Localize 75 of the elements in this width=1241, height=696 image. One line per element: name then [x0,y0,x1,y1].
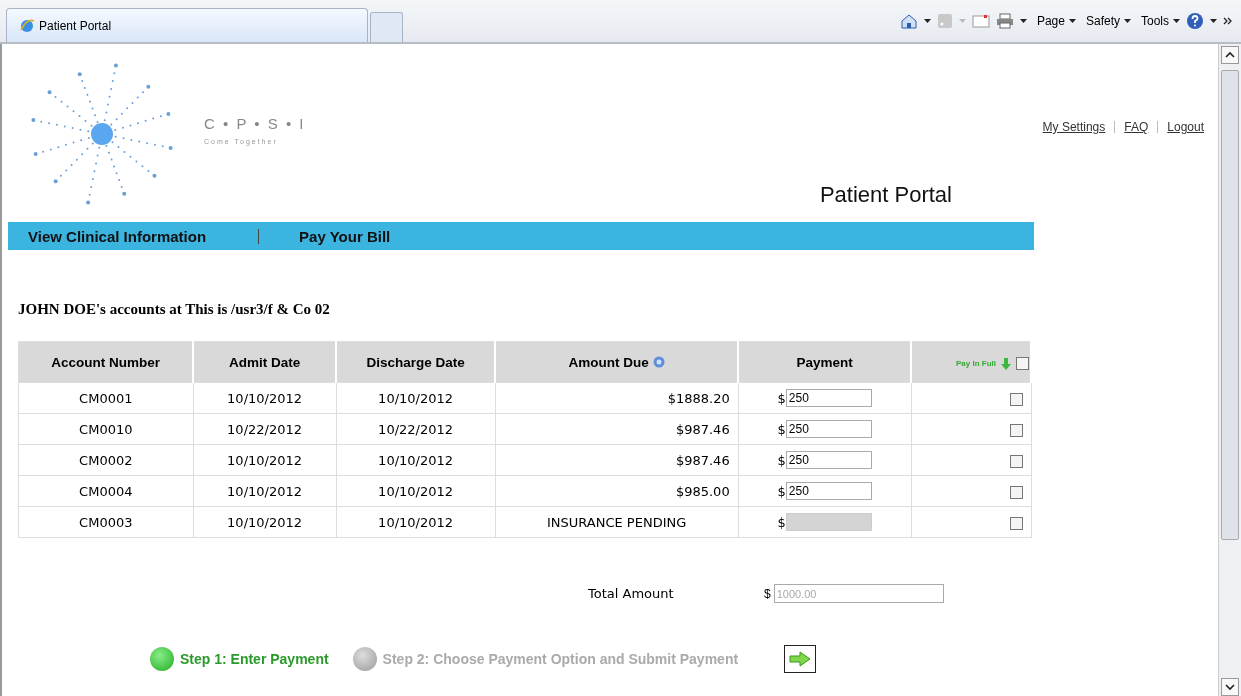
down-arrow-icon [1000,357,1012,370]
toolbar-menu[interactable]: Safety [1085,14,1131,28]
table-cell: INSURANCE PENDING [495,506,739,538]
caret-icon[interactable] [923,19,931,23]
scrollbar[interactable] [1218,44,1241,696]
checkbox[interactable] [1009,392,1023,406]
currency-sign: $ [764,586,771,601]
browser-tab[interactable]: Patient Portal [6,8,368,42]
payment-field[interactable]: 250 [785,389,872,407]
step-label: Step 2: Choose Payment Option and Submit Payment [382,651,739,667]
home-icon[interactable] [899,13,918,29]
accounts-heading: JOHN DOE's accounts at This is /usr3/f & Co 02 [18,301,331,318]
table-cell: 10/22/2012 [336,413,496,445]
currency-sign: $ [777,421,786,437]
table-cell: $1888.20 [495,382,739,414]
pay-in-full-label: Pay In Full [956,359,996,368]
table-cell: 10/10/2012 [336,506,496,538]
checkbox[interactable] [1016,357,1029,370]
checkbox[interactable] [1009,454,1023,468]
table-cell: 10/10/2012 [336,382,496,414]
page-title: Patient Portal [819,182,952,208]
payment-field[interactable]: 250 [785,420,872,438]
column-header: Discharge Date [366,354,465,370]
table-cell: 10/22/2012 [193,413,337,445]
caret-icon [1173,19,1180,23]
header-link[interactable]: Logout [1167,120,1204,134]
table-cell: 10/10/2012 [336,475,496,507]
toolbar-menu[interactable]: Tools [1141,14,1180,28]
currency-sign: $ [777,514,786,530]
currency-sign: $ [777,390,786,406]
currency-sign: $ [777,483,786,499]
next-button[interactable] [784,645,817,673]
table-cell: 10/10/2012 [193,444,337,476]
toolbar-menu[interactable]: Page [1036,14,1076,28]
caret-icon[interactable] [1019,19,1027,23]
chevron-icon[interactable] [1223,17,1233,25]
table-cell: $987.46 [495,444,739,476]
right-arrow-icon [789,651,812,667]
table-cell: CM0003 [18,506,194,538]
header-link[interactable]: My Settings [1042,120,1106,134]
column-header: Admit Date [228,354,301,370]
currency-sign: $ [777,452,786,468]
logo-text: C • P • S • I [204,115,306,132]
caret-icon [1068,19,1076,23]
table-cell: CM0010 [18,413,194,445]
checkbox[interactable] [1009,485,1023,499]
nav-link[interactable]: View Clinical Information [28,227,207,245]
checkbox[interactable] [1009,423,1023,437]
table-cell: 10/10/2012 [193,506,337,538]
table-cell: CM0002 [18,444,194,476]
nav-link[interactable]: Pay Your Bill [299,227,391,245]
table-cell: $987.46 [495,413,739,445]
table-cell: 10/10/2012 [193,382,337,414]
payment-field[interactable]: 250 [785,451,872,469]
table-cell: 10/10/2012 [336,444,496,476]
checkbox[interactable] [1009,516,1023,530]
column-header: Account Number [51,354,160,370]
table-cell: 10/10/2012 [193,475,337,507]
column-header: Amount Due [568,354,649,370]
print-icon[interactable] [995,13,1014,29]
total-label: Total Amount [588,586,675,601]
scroll-up-button[interactable] [1221,46,1239,64]
payment-field[interactable]: 250 [785,482,872,500]
table-cell: CM0004 [18,475,194,507]
mail-icon[interactable] [971,14,990,28]
total-field[interactable]: 1000.00 [773,584,944,603]
header-link[interactable]: FAQ [1124,120,1149,134]
caret-icon[interactable] [1210,19,1217,23]
scroll-down-button[interactable] [1221,678,1239,696]
table-cell: CM0001 [18,382,194,414]
column-header: Payment [796,354,853,370]
step-label: Step 1: Enter Payment [180,651,329,667]
caret-icon [1124,19,1131,23]
table-cell: $985.00 [495,475,739,507]
browser-logo-icon [19,17,35,34]
